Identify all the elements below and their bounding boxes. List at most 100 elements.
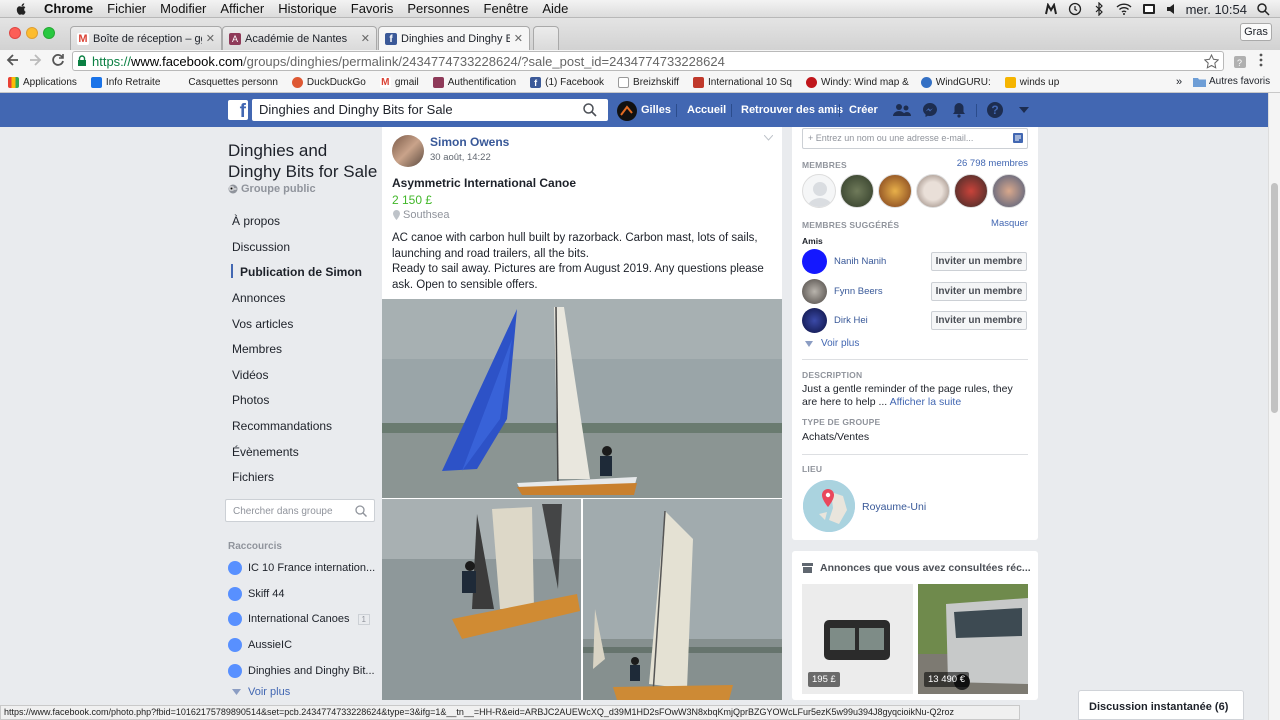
group-nav-vos-articles[interactable]: Vos articles	[232, 317, 293, 331]
suggested-member-name[interactable]: Nanih Nanih	[834, 256, 886, 267]
bookmark-authentification[interactable]: Authentification	[432, 76, 516, 88]
tab-close-icon[interactable]: ✕	[361, 32, 370, 45]
tab-academie[interactable]: A Académie de Nantes ✕	[222, 26, 377, 50]
address-bar[interactable]: https://www.facebook.com/groups/dinghies…	[72, 51, 1224, 71]
bookmark-applications[interactable]: Applications	[8, 76, 77, 88]
show-more-link[interactable]: Afficher la suite	[890, 396, 962, 408]
time-machine-icon[interactable]	[1068, 2, 1082, 16]
member-avatar[interactable]	[954, 174, 988, 208]
clock[interactable]: mer. 10:54	[1186, 2, 1247, 17]
tab-close-icon[interactable]: ✕	[206, 32, 215, 45]
invite-member-input[interactable]: + Entrez un nom ou une adresse e-mail...	[802, 128, 1028, 149]
spotlight-search-icon[interactable]	[1257, 2, 1270, 16]
search-icon[interactable]	[355, 505, 367, 517]
more-bookmarks-chevron-icon[interactable]: »	[1176, 76, 1182, 88]
bookmark-windy[interactable]: Windy: Wind map &	[805, 76, 909, 88]
post-photo-3[interactable]	[583, 499, 782, 700]
menu-aide[interactable]: Aide	[542, 1, 568, 16]
member-avatar[interactable]	[840, 174, 874, 208]
group-nav-membres[interactable]: Membres	[232, 342, 282, 356]
search-icon[interactable]	[583, 103, 597, 117]
shortcut-item[interactable]: Skiff 44	[228, 587, 378, 601]
new-tab-button[interactable]	[533, 26, 559, 50]
location-map-thumbnail[interactable]	[803, 480, 855, 532]
volume-icon[interactable]	[1166, 3, 1176, 15]
shortcut-item[interactable]: Dinghies and Dinghy Bit...	[228, 664, 378, 678]
group-nav-recommandations[interactable]: Recommandations	[232, 419, 332, 433]
wifi-icon[interactable]	[1116, 3, 1132, 15]
scrollbar-thumb[interactable]	[1271, 183, 1278, 413]
user-avatar[interactable]	[617, 101, 637, 121]
malwarebytes-icon[interactable]	[1044, 3, 1058, 15]
facebook-logo-icon[interactable]: f	[228, 100, 248, 120]
bluetooth-icon[interactable]	[1092, 2, 1106, 16]
recent-listing[interactable]: 13 490 €	[918, 584, 1028, 694]
contacts-icon[interactable]	[1013, 133, 1023, 143]
other-bookmarks-folder[interactable]: Autres favoris	[1193, 76, 1270, 87]
shortcut-item[interactable]: AussieIC	[228, 638, 378, 652]
menu-app-chrome[interactable]: Chrome	[44, 1, 93, 16]
back-arrow-icon[interactable]	[6, 53, 20, 67]
suggested-member-name[interactable]: Fynn Beers	[834, 286, 883, 297]
tab-gmail[interactable]: M Boîte de réception – ggras ✕	[70, 26, 222, 50]
menu-afficher[interactable]: Afficher	[220, 1, 264, 16]
page-scrollbar[interactable]	[1268, 93, 1280, 720]
extension-icon[interactable]: ?	[1233, 52, 1249, 70]
chevron-down-icon[interactable]	[1019, 106, 1029, 114]
chrome-menu-icon[interactable]	[1258, 53, 1264, 67]
forward-arrow-icon[interactable]	[28, 53, 42, 67]
group-nav-discussion[interactable]: Discussion	[232, 240, 290, 254]
profile-button[interactable]: Gras	[1240, 23, 1272, 41]
group-nav-evenements[interactable]: Évènements	[232, 445, 299, 459]
nav-accueil[interactable]: Accueil	[687, 93, 726, 127]
group-name[interactable]: Dinghies and Dinghy Bits for Sale	[228, 140, 378, 182]
reload-icon[interactable]	[51, 53, 65, 67]
suggested-member-avatar[interactable]	[802, 249, 827, 274]
shortcut-item[interactable]: IC 10 France internation...	[228, 561, 378, 575]
keyboard-input-icon[interactable]	[1142, 3, 1156, 15]
post-photo-2[interactable]	[382, 499, 581, 700]
invite-member-button[interactable]: Inviter un membre	[931, 282, 1027, 301]
member-avatar[interactable]	[878, 174, 912, 208]
window-minimize-button[interactable]	[26, 27, 38, 39]
menu-personnes[interactable]: Personnes	[407, 1, 469, 16]
window-maximize-button[interactable]	[43, 27, 55, 39]
shortcuts-see-more[interactable]: Voir plus	[228, 686, 378, 698]
nav-creer[interactable]: Créer	[849, 93, 878, 127]
bookmark-international-10[interactable]: International 10 Sq	[693, 76, 792, 88]
tab-close-icon[interactable]: ✕	[514, 32, 523, 45]
menu-favoris[interactable]: Favoris	[351, 1, 394, 16]
group-nav-a-propos[interactable]: À propos	[232, 214, 280, 228]
post-photo-1[interactable]	[382, 299, 782, 498]
menu-historique[interactable]: Historique	[278, 1, 337, 16]
bookmark-gmail[interactable]: Mgmail	[379, 76, 419, 88]
group-nav-photos[interactable]: Photos	[232, 393, 269, 407]
invite-member-button[interactable]: Inviter un membre	[931, 311, 1027, 330]
facebook-search-input[interactable]: Dinghies and Dinghy Bits for Sale	[252, 99, 608, 121]
menu-modifier[interactable]: Modifier	[160, 1, 206, 16]
suggested-member-name[interactable]: Dirk Hei	[834, 315, 868, 326]
bookmark-windguru[interactable]: WindGURU:	[920, 76, 991, 88]
bookmark-duckduckgo[interactable]: DuckDuckGo	[291, 76, 366, 88]
bookmark-info-retraite[interactable]: Info Retraite	[90, 76, 160, 88]
friend-requests-icon[interactable]	[893, 103, 911, 117]
author-avatar[interactable]	[392, 135, 424, 167]
group-nav-videos[interactable]: Vidéos	[232, 368, 268, 382]
member-avatar[interactable]	[992, 174, 1026, 208]
menu-fichier[interactable]: Fichier	[107, 1, 146, 16]
messenger-icon[interactable]	[922, 102, 938, 118]
suggested-member-avatar[interactable]	[802, 308, 827, 333]
member-avatar[interactable]	[802, 174, 836, 208]
post-author[interactable]: Simon Owens	[430, 135, 509, 149]
members-count-link[interactable]: 26 798 membres	[957, 158, 1028, 169]
suggested-member-avatar[interactable]	[802, 279, 827, 304]
post-options-chevron-icon[interactable]	[764, 135, 773, 141]
notifications-bell-icon[interactable]	[952, 102, 966, 118]
bookmark-facebook[interactable]: f (1) Facebook	[530, 76, 604, 88]
group-nav-publication[interactable]: Publication de Simon	[240, 265, 362, 279]
bookmark-winds-up[interactable]: winds up	[1004, 76, 1059, 88]
star-bookmark-icon[interactable]	[1204, 54, 1219, 69]
tab-facebook[interactable]: f Dinghies and Dinghy Bits f ✕	[378, 26, 530, 50]
chat-tab[interactable]: Discussion instantanée (6)	[1078, 690, 1244, 720]
group-nav-fichiers[interactable]: Fichiers	[232, 470, 274, 484]
